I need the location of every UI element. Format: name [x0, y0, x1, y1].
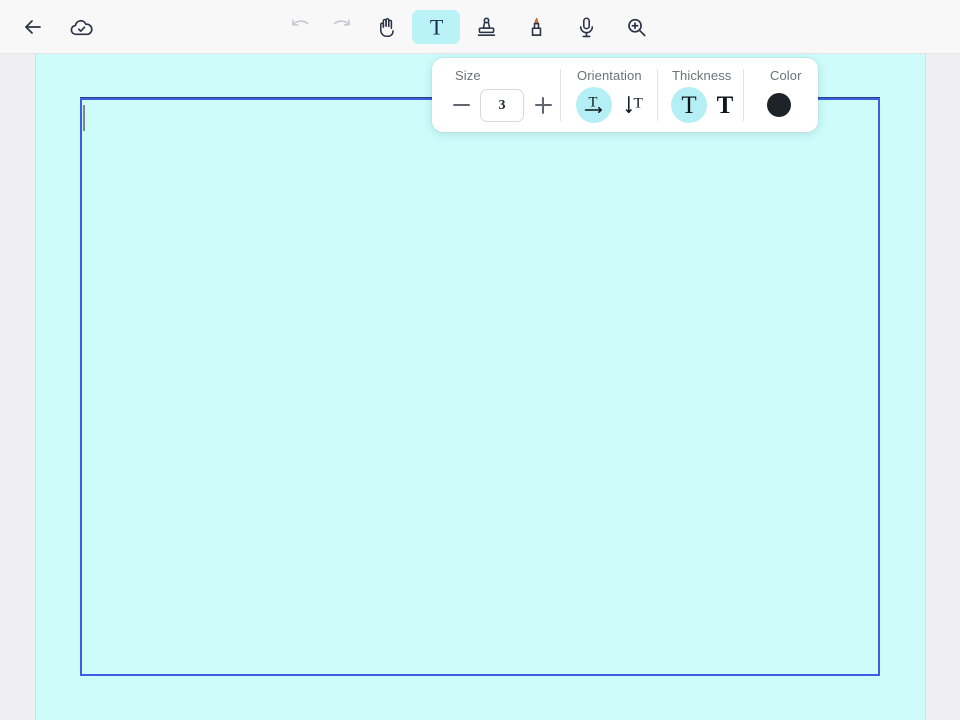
app-root: T Size 3 Orientation T T Thickness T T C… — [0, 0, 960, 720]
cloud-saved-icon[interactable] — [62, 10, 100, 44]
text-annotation-box[interactable] — [80, 97, 880, 676]
document-canvas[interactable] — [36, 54, 925, 720]
text-tool-icon[interactable]: T — [412, 10, 460, 44]
thickness-label: Thickness — [671, 68, 732, 83]
stamp-icon[interactable] — [462, 10, 510, 44]
size-label: Size — [455, 68, 481, 83]
size-decrease-button[interactable] — [444, 90, 478, 120]
text-caret — [83, 105, 85, 131]
horizontal-text-icon[interactable]: T — [576, 87, 612, 123]
undo-icon[interactable] — [282, 10, 320, 44]
svg-text:T: T — [588, 95, 597, 111]
hand-pan-icon[interactable] — [362, 10, 410, 44]
thickness-options: T T — [670, 82, 743, 132]
color-label: Color — [769, 68, 802, 83]
color-options — [759, 82, 818, 132]
plus-icon — [534, 96, 552, 114]
size-input[interactable]: 3 — [480, 88, 524, 122]
thin-t-glyph: T — [681, 91, 697, 119]
marker-pen-icon[interactable] — [512, 10, 560, 44]
svg-text:T: T — [633, 95, 642, 112]
minus-icon — [452, 97, 470, 114]
color-group: Color — [742, 58, 818, 132]
back-arrow-icon[interactable] — [14, 10, 52, 44]
thin-text-icon[interactable]: T — [670, 87, 707, 123]
vertical-text-icon[interactable]: T — [616, 87, 652, 123]
orientation-group: Orientation T T — [560, 58, 657, 132]
bold-t-glyph: T — [716, 91, 734, 119]
size-group: Size 3 — [432, 58, 560, 132]
toolbar-tools-group: T — [282, 0, 660, 54]
zoom-in-icon[interactable] — [612, 10, 660, 44]
orientation-options: T T — [576, 82, 657, 132]
top-toolbar: T — [0, 0, 960, 54]
thickness-group: Thickness T T — [656, 58, 743, 132]
bold-text-icon[interactable]: T — [707, 87, 743, 123]
color-swatch-black[interactable] — [766, 93, 791, 117]
text-options-panel: Size 3 Orientation T T Thickness T T Col… — [432, 58, 818, 132]
orientation-label: Orientation — [577, 68, 642, 83]
microphone-icon[interactable] — [562, 10, 610, 44]
size-stepper: 3 — [444, 82, 560, 132]
svg-text:T: T — [429, 15, 442, 39]
toolbar-left-group — [14, 0, 100, 54]
size-increase-button[interactable] — [526, 90, 560, 120]
redo-icon[interactable] — [322, 10, 360, 44]
